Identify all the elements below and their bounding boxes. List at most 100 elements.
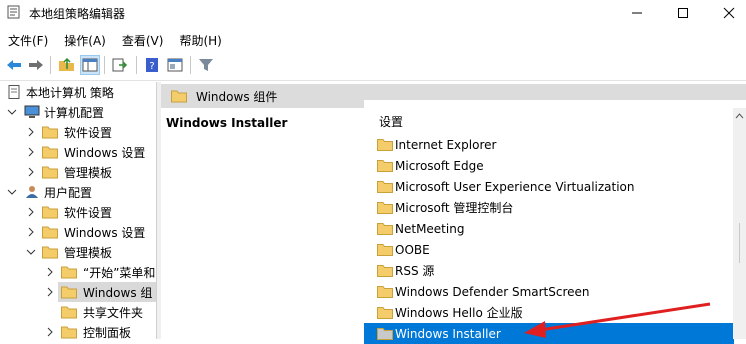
tree-item-uc-windows[interactable]: Windows 设置 (0, 222, 156, 242)
forward-arrow-icon (29, 60, 43, 70)
folder-icon (377, 139, 393, 151)
tree-item-computer-config[interactable]: 计算机配置 (0, 102, 156, 122)
title-bar: 本地组策略编辑器 (0, 0, 746, 26)
policy-folder-item[interactable]: Microsoft Edge (364, 155, 734, 176)
folder-icon (61, 266, 77, 279)
help-icon: ? (146, 58, 158, 72)
svg-text:?: ? (149, 61, 154, 72)
scroll-up-button[interactable] (733, 110, 746, 122)
show-hide-tree-button[interactable] (80, 55, 100, 75)
folder-icon (377, 307, 393, 319)
folder-icon (61, 306, 77, 319)
folder-icon (377, 223, 393, 235)
menu-view[interactable]: 查看(V) (114, 30, 172, 50)
menu-file[interactable]: 文件(F) (0, 30, 56, 50)
column-header-setting[interactable]: 设置 (379, 113, 403, 130)
tree-item-user-config[interactable]: 用户配置 (0, 182, 156, 202)
folder-icon (171, 90, 187, 103)
tree-item-cc-software[interactable]: 软件设置 (0, 122, 156, 142)
chevron-right-icon[interactable] (45, 327, 55, 337)
chevron-down-icon[interactable] (7, 107, 17, 117)
policy-folder-label: RSS 源 (395, 264, 435, 278)
policy-folder-item[interactable]: NetMeeting (364, 218, 734, 239)
chevron-right-icon[interactable] (26, 207, 36, 217)
export-icon (112, 58, 128, 72)
policy-folder-label: Microsoft User Experience Virtualization (395, 179, 635, 194)
folder-icon (377, 286, 393, 298)
menu-help[interactable]: 帮助(H) (171, 30, 229, 50)
export-list-button[interactable] (110, 55, 130, 75)
content-header-title: Windows 组件 (196, 90, 278, 104)
properties-pane-icon (167, 58, 183, 72)
tree-item-shared-folders[interactable]: 共享文件夹 (0, 302, 156, 322)
policy-folder-label: NetMeeting (395, 221, 465, 236)
minimize-icon (632, 12, 642, 14)
user-icon (26, 186, 38, 198)
filter-button[interactable] (196, 55, 216, 75)
policy-document-icon (8, 85, 20, 99)
maximize-icon (678, 8, 688, 18)
window-title: 本地组策略编辑器 (29, 7, 126, 21)
folder-icon (377, 328, 393, 340)
policy-folder-label: Internet Explorer (395, 137, 497, 152)
policy-folder-label: Windows Installer (395, 326, 501, 341)
chevron-down-icon[interactable] (26, 247, 36, 257)
maximize-button[interactable] (660, 0, 706, 26)
selected-item-title: Windows Installer (166, 116, 288, 130)
tree-item-uc-templates[interactable]: 管理模板 (0, 242, 156, 262)
chevron-right-icon[interactable] (26, 227, 36, 237)
folder-icon (377, 181, 393, 193)
tree-item-root[interactable]: 本地计算机 策略 (0, 82, 156, 102)
chevron-down-icon[interactable] (7, 187, 17, 197)
toolbar: ? (0, 52, 746, 78)
chevron-right-icon[interactable] (45, 267, 55, 277)
policy-folder-item[interactable]: OOBE (364, 239, 734, 260)
tree-item-windows-components[interactable]: Windows 组 (58, 282, 156, 302)
policy-folder-label: OOBE (395, 242, 430, 257)
policy-folder-label: Microsoft 管理控制台 (395, 201, 514, 215)
folder-icon (42, 146, 58, 159)
back-arrow-icon (7, 60, 21, 70)
folder-icon (377, 265, 393, 277)
console-tree-icon (82, 58, 98, 72)
folder-icon (42, 246, 58, 259)
chevron-right-icon[interactable] (26, 127, 36, 137)
policy-folder-item[interactable]: Internet Explorer (364, 134, 734, 155)
extended-description-pane: Windows Installer (161, 108, 364, 339)
tree-item-control-panel[interactable]: 控制面板 (0, 322, 156, 339)
close-button[interactable] (706, 0, 746, 26)
forward-button[interactable] (26, 55, 46, 75)
tree-item-uc-software[interactable]: 软件设置 (0, 202, 156, 222)
policy-folder-item[interactable]: Microsoft User Experience Virtualization (364, 176, 734, 197)
folder-icon (377, 244, 393, 256)
folder-icon (42, 126, 58, 139)
properties-button[interactable] (165, 55, 185, 75)
filter-icon (199, 59, 213, 71)
chevron-right-icon[interactable] (45, 287, 55, 297)
up-level-button[interactable] (57, 55, 77, 75)
tree-item-cc-templates[interactable]: 管理模板 (0, 162, 156, 182)
annotation-arrow (524, 302, 711, 338)
folder-icon (42, 166, 58, 179)
policy-editor-icon (7, 5, 20, 19)
chevron-up-icon (735, 113, 744, 119)
folder-icon (377, 202, 393, 214)
help-button[interactable]: ? (142, 55, 162, 75)
policy-folder-label: Microsoft Edge (395, 158, 484, 173)
tree-item-cc-windows[interactable]: Windows 设置 (0, 142, 156, 162)
close-icon (723, 7, 735, 19)
policy-folder-item[interactable]: Microsoft 管理控制台 (364, 197, 734, 218)
chevron-right-icon[interactable] (26, 147, 36, 157)
vertical-scrollbar[interactable] (733, 108, 746, 339)
tree-item-start-menu[interactable]: “开始”菜单和 (0, 262, 156, 282)
scroll-thumb[interactable] (739, 223, 740, 263)
minimize-button[interactable] (614, 0, 660, 26)
computer-icon (24, 105, 40, 118)
policy-folder-item[interactable]: RSS 源 (364, 260, 734, 281)
chevron-right-icon[interactable] (26, 167, 36, 177)
folder-icon (377, 160, 393, 172)
folder-icon (42, 226, 58, 239)
menu-action[interactable]: 操作(A) (56, 30, 114, 50)
back-button[interactable] (4, 55, 24, 75)
folder-icon (42, 206, 58, 219)
